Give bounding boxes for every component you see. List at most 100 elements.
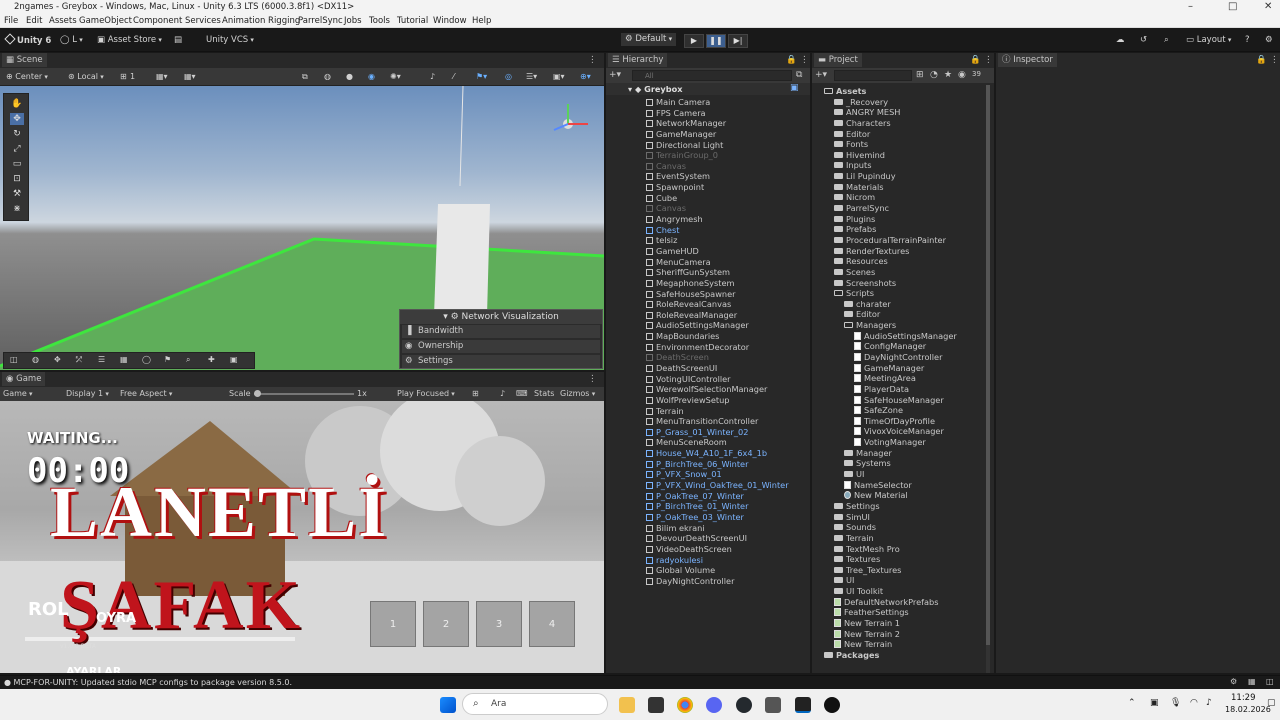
overlay-tool-6-icon[interactable]: ▦ [120, 355, 128, 364]
pivot-local-dropdown[interactable]: ⊛ Local [68, 72, 104, 81]
project-item[interactable]: Hivemind [834, 150, 885, 161]
project-item[interactable]: UI Toolkit [834, 586, 883, 597]
project-item[interactable]: Systems [844, 458, 891, 469]
snap-icon[interactable]: ⊞ [120, 72, 127, 81]
project-item[interactable]: Fonts [834, 139, 868, 150]
hierarchy-item[interactable]: Canvas [646, 161, 686, 172]
layers-icon[interactable]: ☰▾ [526, 72, 537, 81]
clock-date[interactable]: 18.02.2026 [1225, 705, 1271, 714]
hierarchy-item[interactable]: Canvas [646, 203, 686, 214]
chatgpt-icon[interactable] [824, 697, 840, 713]
camera-icon[interactable]: ▣▾ [553, 72, 565, 81]
build-profile-dropdown[interactable]: ⚙ Default [621, 33, 677, 46]
project-item[interactable]: RenderTextures [834, 246, 909, 257]
project-item[interactable]: Managers [844, 320, 896, 331]
menu-component[interactable]: Component [133, 16, 182, 26]
overlay-tool-4-icon[interactable]: ⤱ [76, 355, 82, 365]
panel-menu-icon[interactable]: ⋮ [796, 53, 813, 67]
hierarchy-item[interactable]: Terrain [646, 406, 684, 417]
unity-hub-icon[interactable] [765, 697, 781, 713]
store-icon[interactable] [648, 697, 664, 713]
inventory-slot-1[interactable]: 1 [370, 601, 416, 647]
custom-tool-icon[interactable]: ⚒ [10, 188, 24, 200]
grid-snap-icon[interactable]: ▦▾ [184, 72, 196, 81]
project-item[interactable]: Screenshots [834, 278, 896, 289]
grid-icon[interactable]: ▦▾ [156, 72, 168, 81]
hierarchy-item[interactable]: P_BirchTree_01_Winter [646, 501, 748, 512]
overlay-tool-5-icon[interactable]: ☰ [98, 355, 105, 364]
project-item[interactable]: Lil Pupinduy [834, 171, 896, 182]
tab-project[interactable]: ▬ Project [814, 53, 862, 67]
project-item[interactable]: AudioSettingsManager [854, 331, 957, 342]
hierarchy-item[interactable]: Angrymesh [646, 214, 703, 225]
hierarchy-item[interactable]: telsiz [646, 235, 677, 246]
overlay-tool-8-icon[interactable]: ⚑ [164, 355, 171, 364]
hierarchy-item[interactable]: MegaphoneSystem [646, 278, 734, 289]
status-message[interactable]: ● MCP-FOR-UNITY: Updated stdio MCP confi… [4, 678, 292, 687]
project-item[interactable]: ProceduralTerrainPainter [834, 235, 946, 246]
hierarchy-item[interactable]: RoleRevealManager [646, 310, 737, 321]
filter-icon[interactable]: ⊞ [916, 70, 924, 80]
hierarchy-search-input[interactable] [632, 70, 792, 81]
menu-gameobject[interactable]: GameObject [79, 16, 132, 26]
menu-edit[interactable]: Edit [26, 16, 42, 26]
overlay-tool-10-icon[interactable]: ✚ [208, 355, 215, 364]
menu-tools[interactable]: Tools [369, 16, 390, 26]
tray-app-icon[interactable]: ▣ [1150, 698, 1159, 708]
frame-debugger-icon[interactable]: ⊞ [472, 389, 479, 398]
move-tool-icon[interactable]: ✥ [10, 113, 24, 125]
project-item[interactable]: Assets [824, 86, 866, 97]
pivot-center-dropdown[interactable]: ⊕ Center [6, 72, 48, 81]
close-button[interactable]: ✕ [1264, 1, 1272, 12]
maximize-button[interactable]: □ [1228, 1, 1237, 12]
project-item[interactable]: Nicrom [834, 192, 875, 203]
taskbar-search[interactable]: ⌕ Ara [462, 693, 608, 715]
eye-icon[interactable]: ◉ [958, 70, 966, 80]
hierarchy-item[interactable]: Global Volume [646, 565, 715, 576]
project-item[interactable]: charater [844, 299, 891, 310]
netviz-bandwidth[interactable]: ▐ Bandwidth [402, 325, 600, 338]
hierarchy-item[interactable]: P_BirchTree_06_Winter [646, 459, 748, 470]
project-item[interactable]: Inputs [834, 160, 871, 171]
settings-icon[interactable]: ⚙ [1265, 35, 1273, 45]
gizmos-icon[interactable]: ⚑▾ [476, 72, 487, 81]
hierarchy-item[interactable]: MenuTransitionController [646, 416, 758, 427]
hierarchy-item[interactable]: VideoDeathScreen [646, 544, 732, 555]
windows-start-icon[interactable] [440, 697, 456, 713]
project-item[interactable]: New Terrain 1 [834, 618, 900, 629]
project-item[interactable]: FeatherSettings [834, 607, 909, 618]
hierarchy-item[interactable]: DayNightController [646, 576, 734, 587]
hierarchy-item[interactable]: P_VFX_Snow_01 [646, 469, 722, 480]
hierarchy-item[interactable]: SheriffGunSystem [646, 267, 730, 278]
hierarchy-item[interactable]: Main Camera [646, 97, 710, 108]
aspect-dropdown[interactable]: Free Aspect [120, 389, 172, 398]
hierarchy-item[interactable]: EventSystem [646, 171, 710, 182]
minimize-button[interactable]: – [1188, 1, 1193, 12]
project-item[interactable]: UI [834, 575, 854, 586]
hierarchy-item[interactable]: P_Grass_01_Winter_02 [646, 427, 748, 438]
orientation-gizmo[interactable] [548, 98, 594, 144]
progress-icon[interactable]: ◫ [1266, 677, 1274, 686]
project-item[interactable]: New Terrain 2 [834, 629, 900, 640]
tab-inspector[interactable]: ⓘ Inspector [998, 53, 1057, 67]
github-icon[interactable] [736, 697, 752, 713]
help-icon[interactable]: ? [1245, 35, 1250, 45]
gizmo-toggle-icon[interactable]: ⊕▾ [580, 72, 591, 81]
fx-icon[interactable]: ⁄ [453, 72, 454, 81]
hierarchy-item[interactable]: EnvironmentDecorator [646, 342, 749, 353]
game-mode-dropdown[interactable]: Game [3, 389, 33, 398]
shaded-icon[interactable]: ● [346, 72, 353, 81]
hierarchy-item[interactable]: MapBoundaries [646, 331, 719, 342]
visibility-icon[interactable]: ◎ [505, 72, 512, 81]
hierarchy-item[interactable]: DeathScreenUI [646, 363, 717, 374]
lit-icon[interactable]: ◉ [368, 72, 375, 81]
transform-tool-icon[interactable]: ⊡ [10, 173, 24, 185]
mute-audio-icon[interactable]: ♪ [500, 389, 505, 398]
label-icon[interactable]: ◔ [930, 70, 938, 80]
project-item[interactable]: SimUI [834, 512, 870, 523]
netviz-ownership[interactable]: ◉ Ownership [402, 340, 600, 353]
file-explorer-icon[interactable] [619, 697, 635, 713]
project-scroll-thumb[interactable] [986, 85, 990, 645]
project-item[interactable]: SafeHouseManager [854, 395, 944, 406]
package-icon[interactable]: ▤ [174, 35, 182, 45]
